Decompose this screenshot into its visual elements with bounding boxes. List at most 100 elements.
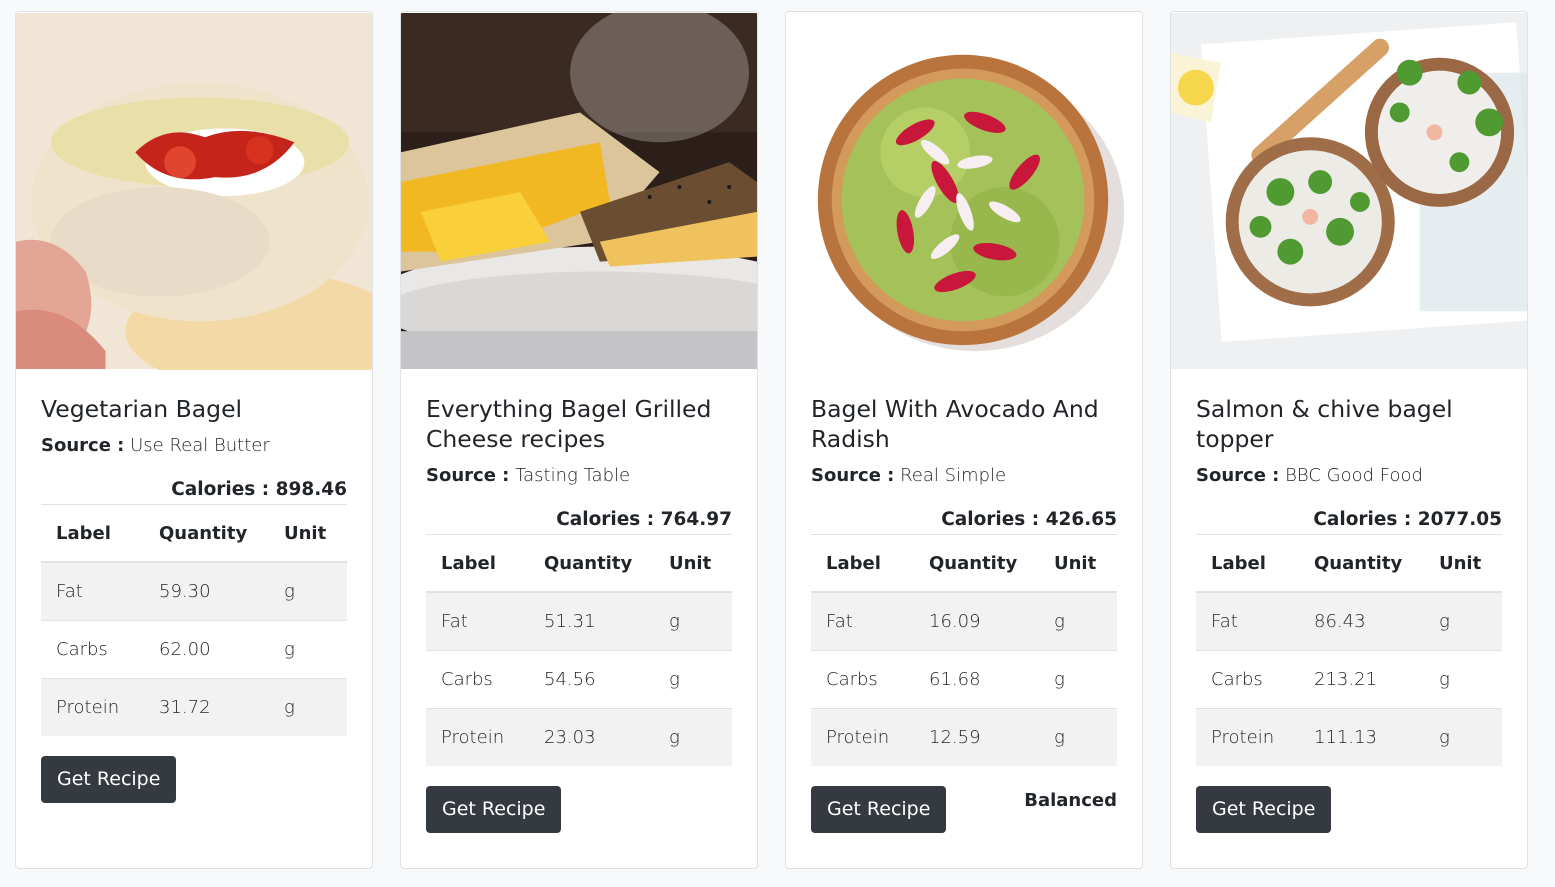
row-unit: g <box>1424 708 1502 766</box>
header-label: Label <box>811 535 914 593</box>
row-quantity: 12.59 <box>914 708 1039 766</box>
get-recipe-button[interactable]: Get Recipe <box>1196 786 1332 833</box>
header-label: Label <box>41 505 144 563</box>
row-label: Carbs <box>1196 650 1299 709</box>
header-unit: Unit <box>654 535 732 593</box>
table-row: Fat 51.31 g <box>426 591 732 651</box>
row-quantity: 54.56 <box>529 650 654 709</box>
get-recipe-button[interactable]: Get Recipe <box>811 786 947 833</box>
card-footer: Get Recipe <box>41 756 347 803</box>
recipe-image[interactable] <box>401 12 757 370</box>
get-recipe-button[interactable]: Get Recipe <box>426 786 562 833</box>
row-quantity: 23.03 <box>529 708 654 766</box>
row-label: Fat <box>811 591 914 651</box>
row-label: Fat <box>41 561 144 621</box>
source-label: Source : <box>426 465 510 486</box>
row-unit: g <box>269 678 347 736</box>
table-row: Protein 111.13 g <box>1196 708 1502 766</box>
row-label: Protein <box>1196 708 1299 766</box>
row-quantity: 111.13 <box>1299 708 1424 766</box>
row-label: Fat <box>1196 591 1299 651</box>
row-quantity: 213.21 <box>1299 650 1424 709</box>
header-quantity: Quantity <box>914 535 1039 593</box>
calories: Calories : 898.46 <box>41 478 347 505</box>
calories: Calories : 764.97 <box>426 508 732 535</box>
source-value: Tasting Table <box>515 465 631 486</box>
get-recipe-button[interactable]: Get Recipe <box>41 756 177 803</box>
table-row: Carbs 213.21 g <box>1196 650 1502 709</box>
row-unit: g <box>654 591 732 651</box>
row-label: Carbs <box>426 650 529 709</box>
row-unit: g <box>654 708 732 766</box>
row-quantity: 62.00 <box>144 620 269 679</box>
table-row: Protein 31.72 g <box>41 678 347 736</box>
row-quantity: 31.72 <box>144 678 269 736</box>
table-row: Carbs 62.00 g <box>41 620 347 679</box>
row-label: Carbs <box>41 620 144 679</box>
recipe-card: Salmon & chive bagel topper Source : BBC… <box>1170 11 1528 869</box>
table-row: Fat 86.43 g <box>1196 591 1502 651</box>
recipe-title: Vegetarian Bagel <box>41 395 243 423</box>
nutrition-table: Label Quantity Unit Fat 86.43 g Carbs 213.2… <box>1196 535 1502 766</box>
recipe-title: Salmon & chive bagel topper <box>1196 395 1453 453</box>
row-quantity: 16.09 <box>914 591 1039 651</box>
recipe-source: Source : BBC Good Food <box>1196 462 1502 490</box>
source-label: Source : <box>41 435 125 456</box>
table-row: Protein 23.03 g <box>426 708 732 766</box>
nutrition-table: Label Quantity Unit Fat 59.30 g Carbs 62.00… <box>41 505 347 736</box>
row-unit: g <box>1039 650 1117 709</box>
source-label: Source : <box>1196 465 1280 486</box>
row-unit: g <box>269 561 347 621</box>
nutrition-table: Label Quantity Unit Fat 51.31 g Carbs 54.56… <box>426 535 732 766</box>
nutrition-table: Label Quantity Unit Fat 16.09 g Carbs 61.68… <box>811 535 1117 766</box>
row-label: Protein <box>41 678 144 736</box>
recipe-image[interactable] <box>1171 12 1527 370</box>
table-row: Fat 59.30 g <box>41 561 347 621</box>
row-quantity: 59.30 <box>144 561 269 621</box>
recipe-title: Bagel With Avocado And Radish <box>811 395 1099 453</box>
recipe-image[interactable] <box>786 12 1142 370</box>
recipe-card: Bagel With Avocado And Radish Source : R… <box>785 11 1143 869</box>
recipe-title: Everything Bagel Grilled Cheese recipes <box>426 395 712 453</box>
row-unit: g <box>1039 591 1117 651</box>
calories: Calories : 426.65 <box>811 508 1117 535</box>
source-value: Real Simple <box>900 465 1007 486</box>
table-row: Fat 16.09 g <box>811 591 1117 651</box>
header-label: Label <box>1196 535 1299 593</box>
row-unit: g <box>1039 708 1117 766</box>
row-label: Carbs <box>811 650 914 709</box>
row-quantity: 51.31 <box>529 591 654 651</box>
recipe-image[interactable] <box>16 12 372 370</box>
header-quantity: Quantity <box>529 535 654 593</box>
header-unit: Unit <box>269 505 347 563</box>
row-label: Protein <box>811 708 914 766</box>
row-label: Protein <box>426 708 529 766</box>
row-unit: g <box>269 620 347 679</box>
header-unit: Unit <box>1424 535 1502 593</box>
row-unit: g <box>1424 591 1502 651</box>
row-quantity: 61.68 <box>914 650 1039 709</box>
header-unit: Unit <box>1039 535 1117 593</box>
header-quantity: Quantity <box>1299 535 1424 593</box>
recipe-source: Source : Tasting Table <box>426 462 732 490</box>
row-label: Fat <box>426 591 529 651</box>
row-unit: g <box>1424 650 1502 709</box>
table-row: Carbs 54.56 g <box>426 650 732 709</box>
recipe-card: Vegetarian Bagel Source : Use Real Butte… <box>15 11 373 869</box>
source-value: BBC Good Food <box>1285 465 1423 486</box>
recipe-source: Source : Real Simple <box>811 462 1117 490</box>
card-footer: Get Recipe Balanced <box>811 786 1117 833</box>
table-row: Carbs 61.68 g <box>811 650 1117 709</box>
recipe-grid: Vegetarian Bagel Source : Use Real Butte… <box>0 0 1555 887</box>
card-footer: Get Recipe <box>1196 786 1502 833</box>
header-quantity: Quantity <box>144 505 269 563</box>
row-unit: g <box>654 650 732 709</box>
diet-tag: Balanced <box>1024 790 1117 811</box>
card-footer: Get Recipe <box>426 786 732 833</box>
header-label: Label <box>426 535 529 593</box>
row-quantity: 86.43 <box>1299 591 1424 651</box>
recipe-card: Everything Bagel Grilled Cheese recipes … <box>400 11 758 869</box>
source-label: Source : <box>811 465 895 486</box>
table-row: Protein 12.59 g <box>811 708 1117 766</box>
source-value: Use Real Butter <box>130 435 270 456</box>
